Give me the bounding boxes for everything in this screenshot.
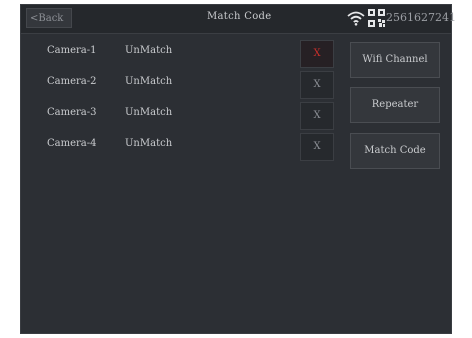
camera-name: Camera-1 — [47, 45, 97, 56]
camera-name: Camera-2 — [47, 76, 97, 87]
wifi-icon — [347, 11, 365, 26]
match-status: UnMatch — [125, 138, 173, 149]
match-status: UnMatch — [125, 76, 173, 87]
camera-row: Camera-3 UnMatch — [21, 107, 281, 123]
camera-row: Camera-4 UnMatch — [21, 138, 281, 154]
page-title: Match Code — [207, 11, 272, 22]
match-status: UnMatch — [125, 107, 173, 118]
back-button[interactable]: <Back — [26, 8, 72, 28]
camera-name: Camera-4 — [47, 138, 97, 149]
wifi-channel-button[interactable]: Wifi Channel — [350, 42, 440, 78]
match-code-screen: <Back Match Code 2561627241 Camera-1 UnM… — [20, 4, 456, 334]
repeater-button[interactable]: Repeater — [350, 87, 440, 123]
device-id: 2561627241 — [386, 11, 456, 24]
header-bar: <Back Match Code 2561627241 — [21, 5, 456, 34]
camera-row: Camera-2 UnMatch — [21, 76, 281, 92]
camera-1-clear-button[interactable]: X — [300, 40, 334, 68]
camera-3-clear-button[interactable]: X — [300, 102, 334, 130]
qr-code-icon[interactable] — [368, 9, 385, 27]
match-code-button[interactable]: Match Code — [350, 133, 440, 169]
camera-2-clear-button[interactable]: X — [300, 71, 334, 99]
camera-row: Camera-1 UnMatch — [21, 45, 281, 61]
camera-name: Camera-3 — [47, 107, 97, 118]
camera-4-clear-button[interactable]: X — [300, 133, 334, 161]
match-status: UnMatch — [125, 45, 173, 56]
